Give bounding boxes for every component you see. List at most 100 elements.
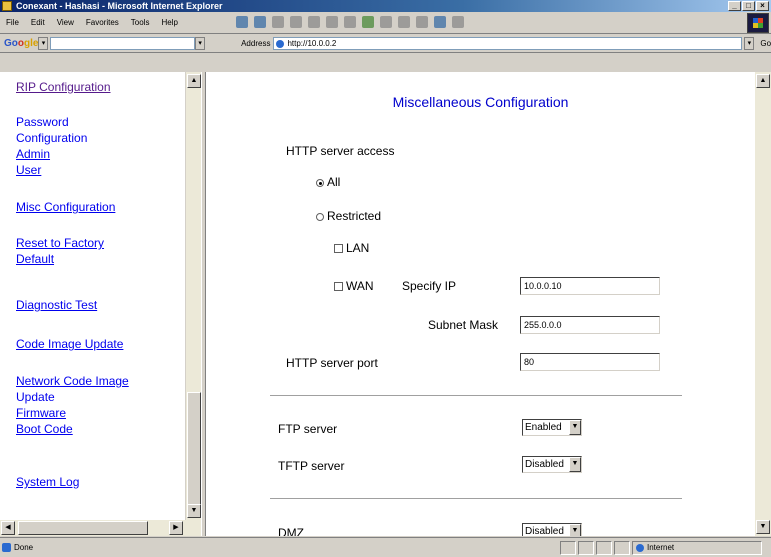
menu-view[interactable]: View xyxy=(57,18,74,27)
http-access-label: HTTP server access xyxy=(286,144,395,158)
close-button[interactable]: × xyxy=(756,1,769,11)
nav-network-code-image[interactable]: Network Code Image xyxy=(16,374,129,389)
google-search-dropdown[interactable]: ▾ xyxy=(195,37,206,50)
mail-icon[interactable] xyxy=(398,16,410,28)
nav-horizontal-scrollbar[interactable]: ◀ ▶ xyxy=(0,520,201,536)
scroll-up-arrow-icon[interactable]: ▲ xyxy=(187,74,201,88)
ftp-server-value: Enabled xyxy=(525,422,562,433)
nav-admin[interactable]: Admin xyxy=(16,147,50,162)
search-icon[interactable] xyxy=(326,16,338,28)
ftp-chevron-down-icon[interactable]: ▼ xyxy=(569,420,581,435)
google-menu-chevron-icon[interactable]: ▾ xyxy=(38,37,49,50)
http-port-label: HTTP server port xyxy=(286,356,378,370)
status-pane-4 xyxy=(614,541,630,555)
ftp-server-select[interactable]: Enabled ▼ xyxy=(522,419,582,436)
content-scroll-down-arrow-icon[interactable]: ▼ xyxy=(756,520,770,534)
go-button[interactable]: Go xyxy=(760,39,771,48)
page-icon xyxy=(276,39,285,48)
stop-icon[interactable] xyxy=(272,16,284,28)
nav-rip-configuration[interactable]: RIP Configuration xyxy=(16,80,111,95)
nav-reset-default[interactable]: Default xyxy=(16,252,54,267)
scroll-left-arrow-icon[interactable]: ◀ xyxy=(1,521,15,535)
page-done-icon xyxy=(2,543,11,552)
page-title: Miscellaneous Configuration xyxy=(392,94,569,110)
scroll-down-arrow-icon[interactable]: ▼ xyxy=(187,504,201,518)
nav-password-heading: Password xyxy=(16,115,69,129)
home-icon[interactable] xyxy=(308,16,320,28)
wan-label: WAN xyxy=(346,279,374,293)
ftp-server-label: FTP server xyxy=(278,422,338,436)
nav-reset-factory[interactable]: Reset to Factory xyxy=(16,236,104,251)
nav-system-log[interactable]: System Log xyxy=(16,475,79,490)
menu-edit[interactable]: Edit xyxy=(31,18,45,27)
google-logo: Google xyxy=(4,38,39,49)
ie-app-icon xyxy=(2,1,12,11)
media-icon[interactable] xyxy=(362,16,374,28)
divider-1 xyxy=(270,395,682,397)
favorites-icon[interactable] xyxy=(344,16,356,28)
radio-restricted[interactable] xyxy=(316,212,324,221)
specify-ip-label: Specify IP xyxy=(402,279,457,293)
security-zone-label: Internet xyxy=(647,543,675,552)
title-bar: Conexant - Hashasi - Microsoft Internet … xyxy=(0,0,771,12)
dmz-select[interactable]: Disabled ▼ xyxy=(522,523,582,536)
minimize-button[interactable]: _ xyxy=(728,1,741,11)
standard-toolbar xyxy=(236,16,464,28)
nav-vertical-scrollbar[interactable]: ▲ ▼ xyxy=(185,72,201,520)
subnet-mask-label: Subnet Mask xyxy=(428,318,499,332)
radio-all-row: All xyxy=(316,175,340,189)
status-bar: Done Internet xyxy=(0,537,771,557)
window-title: Conexant - Hashasi - Microsoft Internet … xyxy=(16,1,223,11)
lan-label: LAN xyxy=(346,241,370,255)
status-pane-3 xyxy=(596,541,612,555)
address-label: Address xyxy=(241,39,271,48)
specify-ip-input[interactable]: 10.0.0.10 xyxy=(520,277,660,295)
menu-tools[interactable]: Tools xyxy=(131,18,150,27)
nav-scroll-thumb[interactable] xyxy=(187,392,201,510)
edit-icon[interactable] xyxy=(434,16,446,28)
tftp-chevron-down-icon[interactable]: ▼ xyxy=(569,457,581,472)
print-icon[interactable] xyxy=(416,16,428,28)
forward-icon[interactable] xyxy=(254,16,266,28)
address-toolbar: Google ▾ ▾ Address http://10.0.0.2 ▾ Go xyxy=(0,35,771,53)
nav-code-image-update[interactable]: Code Image Update xyxy=(16,337,123,352)
divider-2 xyxy=(270,498,682,500)
dmz-chevron-down-icon[interactable]: ▼ xyxy=(569,524,581,536)
content-scroll-up-arrow-icon[interactable]: ▲ xyxy=(756,74,770,88)
google-search-input[interactable] xyxy=(50,37,196,50)
subnet-mask-input[interactable]: 255.0.0.0 xyxy=(520,316,660,334)
scroll-right-arrow-icon[interactable]: ▶ xyxy=(169,521,183,535)
content-vertical-scrollbar[interactable]: ▲ ▼ xyxy=(755,72,771,536)
discuss-icon[interactable] xyxy=(452,16,464,28)
nav-misc-configuration[interactable]: Misc Configuration xyxy=(16,200,115,215)
tftp-server-value: Disabled xyxy=(525,459,564,470)
status-pane-1 xyxy=(560,541,576,555)
address-value: http://10.0.0.2 xyxy=(287,39,337,48)
maximize-button[interactable]: □ xyxy=(742,1,755,11)
nav-diagnostic-test[interactable]: Diagnostic Test xyxy=(16,298,97,313)
menu-help[interactable]: Help xyxy=(161,18,177,27)
radio-all-label: All xyxy=(327,175,341,189)
address-input[interactable]: http://10.0.0.2 xyxy=(273,37,743,50)
radio-restricted-label: Restricted xyxy=(327,209,382,223)
history-icon[interactable] xyxy=(380,16,392,28)
windows-logo-icon xyxy=(747,13,769,33)
nav-firmware[interactable]: Firmware xyxy=(16,406,66,421)
nav-boot-code[interactable]: Boot Code xyxy=(16,422,73,437)
nav-user[interactable]: User xyxy=(16,163,41,178)
radio-all[interactable] xyxy=(316,178,324,187)
nav-hscroll-thumb[interactable] xyxy=(18,521,148,535)
menu-file[interactable]: File xyxy=(6,18,19,27)
navigation-frame: RIP Configuration Password Configuration… xyxy=(0,72,185,520)
status-text: Done xyxy=(14,543,34,552)
http-port-input[interactable]: 80 xyxy=(520,353,660,371)
lan-checkbox[interactable] xyxy=(334,244,343,254)
address-dropdown[interactable]: ▾ xyxy=(744,37,755,50)
menu-favorites[interactable]: Favorites xyxy=(86,18,119,27)
refresh-icon[interactable] xyxy=(290,16,302,28)
back-icon[interactable] xyxy=(236,16,248,28)
tftp-server-select[interactable]: Disabled ▼ xyxy=(522,456,582,473)
wan-checkbox[interactable] xyxy=(334,282,343,292)
menu-bar: File Edit View Favorites Tools Help xyxy=(0,12,771,34)
lan-row: LAN xyxy=(334,241,369,255)
